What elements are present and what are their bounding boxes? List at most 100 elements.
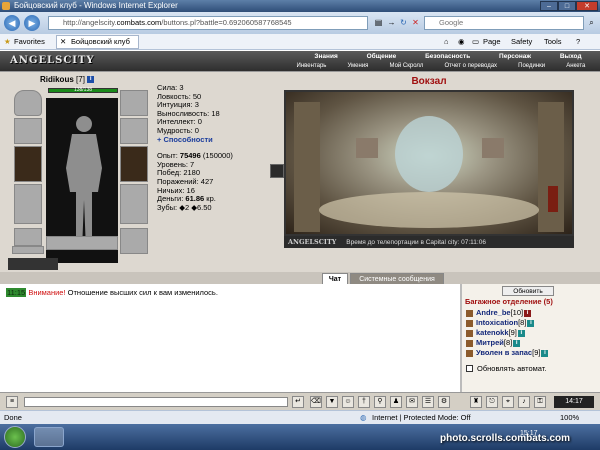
feeds-icon[interactable]: ◉ bbox=[458, 34, 465, 49]
menu-exit[interactable]: Выход bbox=[560, 52, 582, 61]
clan-icon bbox=[466, 349, 473, 357]
filter-icon[interactable]: ▼ bbox=[326, 396, 338, 408]
compat-view-icon[interactable]: ▤ bbox=[373, 17, 384, 28]
shield-slot[interactable] bbox=[120, 184, 148, 224]
user-name: Andre_be bbox=[476, 308, 511, 317]
refresh-button[interactable]: Обновить bbox=[502, 286, 554, 296]
info-icon[interactable]: i bbox=[513, 339, 521, 347]
submenu-profile[interactable]: Анкета bbox=[566, 62, 585, 71]
people-icon[interactable]: ♟ bbox=[390, 396, 402, 408]
favorites-button[interactable]: Favorites bbox=[14, 34, 45, 49]
amulet-slot[interactable] bbox=[120, 90, 148, 116]
info-icon[interactable]: i bbox=[87, 76, 95, 84]
rings-slot[interactable] bbox=[12, 246, 44, 254]
menu-communication[interactable]: Общение bbox=[367, 52, 397, 61]
user-item[interactable]: Уволен в запас [9] i bbox=[466, 348, 549, 358]
go-icon[interactable]: → bbox=[386, 17, 397, 28]
auto-refresh-checkbox[interactable]: Обновлять автомат. bbox=[466, 364, 546, 373]
user-item[interactable]: katenokk [9] i bbox=[466, 328, 548, 338]
menu-security[interactable]: Безопасность bbox=[425, 52, 470, 61]
chat-area[interactable]: 11:15 Внимание! Отношение высших сил к в… bbox=[0, 284, 462, 392]
list-icon[interactable]: ☰ bbox=[422, 396, 434, 408]
walk-icon[interactable]: ⚲ bbox=[374, 396, 386, 408]
weapon-left-slot[interactable] bbox=[14, 146, 42, 182]
forward-button[interactable]: ▶ bbox=[24, 15, 40, 31]
browser-tab[interactable]: ✕ Бойцовский клуб bbox=[56, 35, 139, 49]
clan-icon bbox=[466, 319, 473, 327]
submenu-battles[interactable]: Поединки bbox=[518, 62, 545, 71]
submenu-scroll[interactable]: Мой Скролл bbox=[390, 62, 424, 71]
pocket-slots[interactable] bbox=[46, 236, 118, 250]
search-icon[interactable]: ⌕ bbox=[586, 17, 597, 28]
user-level: [10] bbox=[510, 308, 524, 317]
boots-slot[interactable] bbox=[120, 228, 148, 254]
help-icon[interactable]: ? bbox=[576, 34, 580, 49]
money-value: 61.86 bbox=[185, 194, 205, 204]
status-strip bbox=[8, 258, 58, 270]
user-item[interactable]: Andre_be [10] i bbox=[466, 308, 548, 318]
abilities-link[interactable]: + Способности bbox=[157, 135, 277, 145]
info-icon[interactable]: i bbox=[524, 309, 532, 317]
stop-icon[interactable]: ✕ bbox=[410, 17, 421, 28]
chat-input[interactable] bbox=[24, 397, 288, 407]
checkbox-box[interactable] bbox=[466, 365, 473, 372]
print-icon[interactable]: ▭ bbox=[472, 34, 479, 49]
close-window-button[interactable]: ✕ bbox=[576, 1, 598, 11]
armor-slot[interactable] bbox=[14, 184, 42, 224]
clan-icon bbox=[466, 309, 473, 317]
bracers-slot[interactable] bbox=[14, 118, 42, 144]
gloves-slot[interactable] bbox=[120, 118, 148, 144]
tab-system-messages[interactable]: Системные сообщения bbox=[350, 273, 444, 284]
exit-icon[interactable]: ⎋ bbox=[486, 396, 498, 408]
smile-icon[interactable]: ☺ bbox=[342, 396, 354, 408]
clear-icon[interactable]: ⌫ bbox=[310, 396, 322, 408]
character-name[interactable]: Ridikous [7] i bbox=[40, 75, 95, 84]
sword-icon[interactable]: † bbox=[358, 396, 370, 408]
helmet-slot[interactable] bbox=[14, 90, 42, 116]
info-icon[interactable]: i bbox=[541, 349, 549, 357]
chat-mode-icon[interactable]: ≡ bbox=[6, 396, 18, 408]
search-placeholder: Google bbox=[439, 18, 464, 27]
user-name: Уволен в запас bbox=[476, 348, 533, 357]
map-icon[interactable]: ⌖ bbox=[502, 396, 514, 408]
lock-icon[interactable]: ⚿ bbox=[534, 396, 546, 408]
tab-chat[interactable]: Чат bbox=[322, 273, 348, 284]
weapon-right-slot[interactable] bbox=[120, 146, 148, 182]
mail-icon[interactable]: ✉ bbox=[406, 396, 418, 408]
search-input[interactable]: Google bbox=[424, 16, 584, 30]
nav-arrow-button[interactable] bbox=[270, 164, 284, 178]
clan-icon bbox=[466, 339, 473, 347]
back-button[interactable]: ◀ bbox=[4, 15, 20, 31]
tools-menu[interactable]: Tools bbox=[544, 34, 562, 49]
submenu-inventory[interactable]: Инвентарь bbox=[297, 62, 327, 71]
address-input[interactable]: http://angelscity.combats.com/buttons.pl… bbox=[48, 16, 368, 30]
ie-icon bbox=[2, 2, 10, 10]
ie-taskbar-button[interactable] bbox=[34, 427, 64, 447]
start-button[interactable] bbox=[4, 426, 26, 448]
page-menu[interactable]: Page bbox=[483, 34, 501, 49]
users-list: Andre_be [10] i Intoxication [8] i katenokk[… bbox=[466, 308, 549, 358]
info-icon[interactable]: i bbox=[517, 329, 525, 337]
home-icon[interactable]: ⌂ bbox=[444, 34, 449, 49]
zoom-level[interactable]: 100% bbox=[560, 411, 579, 424]
send-icon[interactable]: ↵ bbox=[292, 396, 304, 408]
info-icon[interactable]: i bbox=[527, 319, 535, 327]
backpack-icon[interactable]: ♜ bbox=[470, 396, 482, 408]
maximize-button[interactable]: □ bbox=[558, 1, 576, 11]
refresh-icon[interactable]: ↻ bbox=[398, 17, 409, 28]
menu-character[interactable]: Персонаж bbox=[499, 52, 531, 61]
submenu-transfers[interactable]: Отчет о переводах bbox=[445, 62, 498, 71]
belt-slot[interactable] bbox=[14, 228, 42, 246]
location-title: Вокзал bbox=[411, 76, 447, 87]
bell-icon[interactable]: ♪ bbox=[518, 396, 530, 408]
minimize-button[interactable]: – bbox=[540, 1, 558, 11]
settings-icon[interactable]: ⚙ bbox=[438, 396, 450, 408]
user-item[interactable]: Митрей [8] i bbox=[466, 338, 548, 348]
station-scene bbox=[294, 102, 564, 232]
menu-knowledge[interactable]: Знания bbox=[314, 52, 337, 61]
submenu-skills[interactable]: Умения bbox=[348, 62, 369, 71]
message-warning: Внимание! bbox=[28, 288, 66, 297]
user-item[interactable]: Intoxication [8] i bbox=[466, 318, 548, 328]
safety-menu[interactable]: Safety bbox=[511, 34, 532, 49]
window-title: Бойцовский клуб - Windows Internet Explo… bbox=[14, 1, 178, 10]
